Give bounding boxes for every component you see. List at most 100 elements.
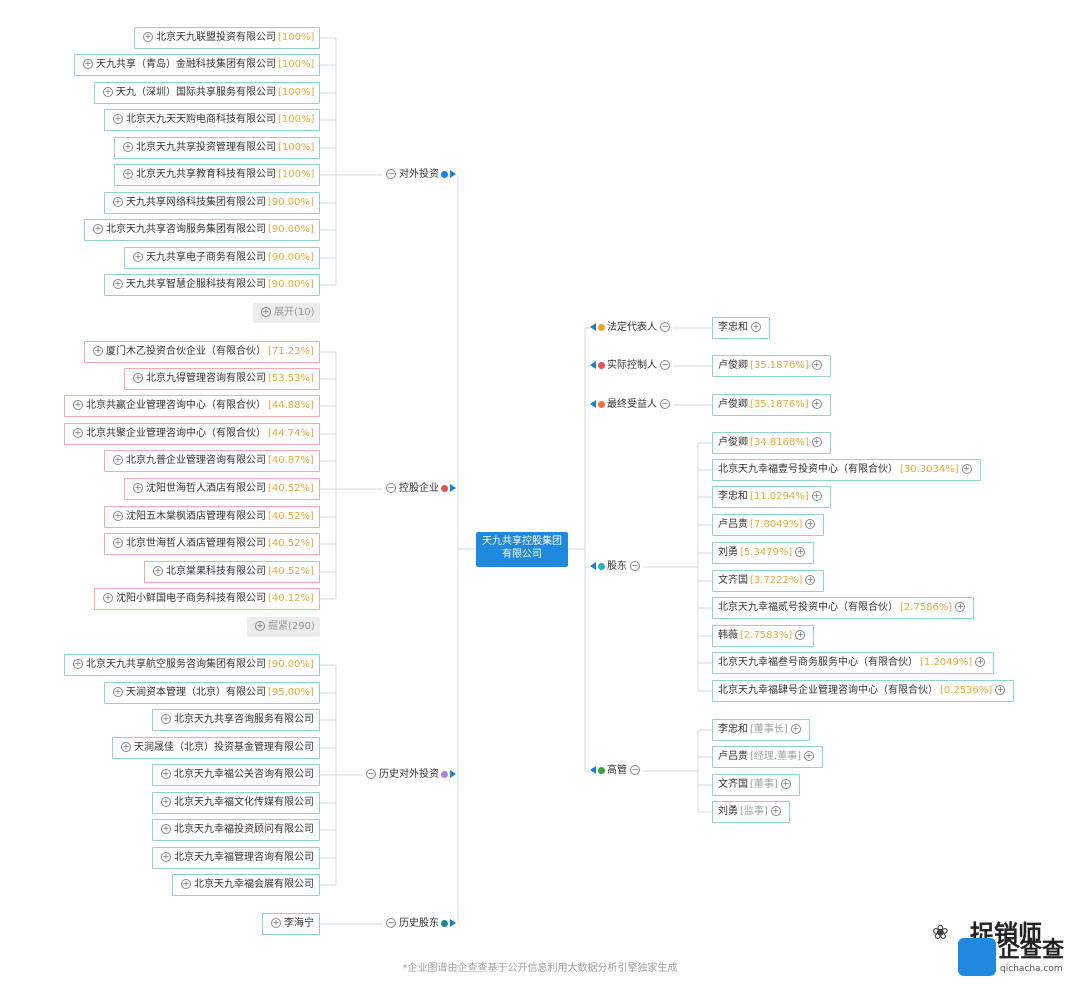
left-node-history_investments[interactable]: + 北京天九幸福公关咨询有限公司 <box>152 764 320 786</box>
expand-icon[interactable]: + <box>161 769 171 779</box>
collapse-icon[interactable]: − <box>386 169 396 179</box>
left-node-history_investments[interactable]: + 北京天九共享航空服务咨询集团有限公司 [90.00%] <box>64 654 320 676</box>
expand-icon[interactable]: + <box>751 322 761 332</box>
expand-icon[interactable]: + <box>161 797 171 807</box>
expand-icon[interactable]: + <box>123 142 133 152</box>
expand-icon[interactable]: + <box>811 360 822 370</box>
expand-icon[interactable]: + <box>133 483 143 493</box>
left-node-holdings[interactable]: + 北京共赢企业管理咨询中心（有限合伙） [44.88%] <box>64 395 320 417</box>
left-node-history_investments[interactable]: + 天润晟佳（北京）投资基金管理有限公司 <box>112 737 320 759</box>
expand-icon[interactable]: + <box>121 742 131 752</box>
expand-icon[interactable]: + <box>805 575 816 585</box>
left-node-holdings[interactable]: + 北京世海哲人酒店管理有限公司 [40.52%] <box>104 533 320 555</box>
expand-icon[interactable]: + <box>123 169 133 179</box>
expand-icon[interactable]: + <box>811 399 822 409</box>
category-shareholders[interactable]: 股东 − <box>590 559 643 575</box>
collapse-icon[interactable]: − <box>386 483 396 493</box>
collapse-icon[interactable]: − <box>660 360 670 370</box>
right-node-shareholders[interactable]: 北京天九幸福叁号商务服务中心（有限合伙） [1.2049%] + <box>712 652 995 674</box>
left-node-investments[interactable]: + 天九共享智慧企服科技有限公司 [90.00%] <box>104 274 320 296</box>
category-beneficiary[interactable]: 最终受益人 − <box>590 397 673 413</box>
left-node-holdings[interactable]: + 沈阳小鲜国电子商务科技有限公司 [40.12%] <box>94 588 320 610</box>
right-node-shareholders[interactable]: 李忠和 [11.0294%] + <box>712 486 831 508</box>
expand-icon[interactable]: + <box>271 918 281 928</box>
category-actual_controller[interactable]: 实际控制人 − <box>590 358 673 374</box>
left-node-history_investments[interactable]: + 北京天九幸福投资顾问有限公司 <box>152 819 320 841</box>
expand-more-button[interactable]: + 展开(10) <box>253 303 320 323</box>
expand-icon[interactable]: + <box>113 197 123 207</box>
right-node-shareholders[interactable]: 卢吕贵 [7.8049%] + <box>712 514 825 536</box>
left-node-investments[interactable]: + 北京天九共享投资管理有限公司 [100%] <box>114 137 321 159</box>
left-node-history_investments[interactable]: + 北京天九幸福管理咨询有限公司 <box>152 847 320 869</box>
left-node-holdings[interactable]: + 厦门木乙投资合伙企业（有限合伙） [71.23%] <box>84 341 320 363</box>
expand-icon[interactable]: + <box>73 659 83 669</box>
left-node-history_shareholders[interactable]: + 李海宁 <box>262 913 320 935</box>
collapse-icon[interactable]: − <box>630 765 640 775</box>
right-node-executives[interactable]: 刘勇 [监事] + <box>712 801 790 823</box>
category-executives[interactable]: 高管 − <box>590 763 643 779</box>
right-node-shareholders[interactable]: 文齐国 [3.7222%] + <box>712 570 825 592</box>
right-node-actual_controller[interactable]: 卢俊卿 [35.1876%] + <box>712 355 831 377</box>
left-node-investments[interactable]: + 北京天九共享咨询服务集团有限公司 [90.00%] <box>84 219 320 241</box>
expand-icon[interactable]: + <box>113 538 123 548</box>
left-node-holdings[interactable]: + 沈阳世海哲人酒店有限公司 [40.52%] <box>124 478 320 500</box>
left-node-investments[interactable]: + 北京天九天天购电商科技有限公司 [100%] <box>104 109 321 131</box>
expand-more-button[interactable]: + 掘紧(290) <box>247 617 320 637</box>
right-node-executives[interactable]: 卢吕贵 [经理,董事] + <box>712 746 823 768</box>
left-node-investments[interactable]: + 天九共享（青岛）金融科技集团有限公司 [100%] <box>74 54 321 76</box>
left-node-holdings[interactable]: + 北京九普企业管理咨询有限公司 [40.87%] <box>104 450 320 472</box>
right-node-beneficiary[interactable]: 卢俊卿 [35.1876%] + <box>712 394 831 416</box>
expand-icon[interactable]: + <box>161 714 171 724</box>
right-node-shareholders[interactable]: 卢俊卿 [34.8168%] + <box>712 432 831 454</box>
expand-icon[interactable]: + <box>153 566 163 576</box>
expand-icon[interactable]: + <box>103 87 113 97</box>
collapse-icon[interactable]: − <box>366 769 376 779</box>
expand-icon[interactable]: + <box>113 511 123 521</box>
expand-icon[interactable]: + <box>73 428 83 438</box>
expand-icon[interactable]: + <box>181 879 191 889</box>
category-history_shareholders[interactable]: − 历史股东 <box>383 916 456 932</box>
category-legal_rep[interactable]: 法定代表人 − <box>590 320 673 336</box>
expand-icon[interactable]: + <box>811 491 822 501</box>
left-node-investments[interactable]: + 天九（深圳）国际共享服务有限公司 [100%] <box>94 82 321 104</box>
expand-icon[interactable]: + <box>811 437 822 447</box>
expand-icon[interactable]: + <box>113 687 123 697</box>
right-node-shareholders[interactable]: 刘勇 [5.3479%] + <box>712 542 815 564</box>
expand-icon[interactable]: + <box>795 630 806 640</box>
expand-icon[interactable]: + <box>780 779 791 789</box>
expand-icon[interactable]: + <box>93 224 103 234</box>
left-node-holdings[interactable]: + 沈阳五木棠枫酒店管理有限公司 [40.52%] <box>104 506 320 528</box>
right-node-shareholders[interactable]: 北京天九幸福壹号投资中心（有限合伙） [30.3034%] + <box>712 459 981 481</box>
left-node-history_investments[interactable]: + 北京天九幸福文化传媒有限公司 <box>152 792 320 814</box>
collapse-icon[interactable]: − <box>386 918 396 928</box>
right-node-legal_rep[interactable]: 李忠和 + <box>712 317 770 339</box>
expand-icon[interactable]: + <box>255 621 265 631</box>
expand-icon[interactable]: + <box>161 824 171 834</box>
category-holdings[interactable]: − 控股企业 <box>383 481 456 497</box>
right-node-shareholders[interactable]: 北京天九幸福贰号投资中心（有限合伙） [2.7586%] + <box>712 597 975 619</box>
expand-icon[interactable]: + <box>790 724 801 734</box>
expand-icon[interactable]: + <box>770 806 781 816</box>
expand-icon[interactable]: + <box>83 59 93 69</box>
left-node-history_investments[interactable]: + 北京天九幸福会展有限公司 <box>172 874 320 896</box>
expand-icon[interactable]: + <box>803 751 814 761</box>
expand-icon[interactable]: + <box>961 464 972 474</box>
expand-icon[interactable]: + <box>93 346 103 356</box>
collapse-icon[interactable]: − <box>630 561 640 571</box>
right-node-executives[interactable]: 文齐国 [董事] + <box>712 774 800 796</box>
expand-icon[interactable]: + <box>113 455 123 465</box>
left-node-history_investments[interactable]: + 北京天九共享咨询服务有限公司 <box>152 709 320 731</box>
collapse-icon[interactable]: − <box>660 322 670 332</box>
left-node-investments[interactable]: + 北京天九联盟投资有限公司 [100%] <box>134 27 321 49</box>
left-node-history_investments[interactable]: + 天润资本管理（北京）有限公司 [95.00%] <box>104 682 320 704</box>
collapse-icon[interactable]: − <box>660 399 670 409</box>
right-node-shareholders[interactable]: 北京天九幸福肆号企业管理咨询中心（有限合伙） [0.2536%] + <box>712 680 1015 702</box>
left-node-investments[interactable]: + 天九共享电子商务有限公司 [90.00%] <box>124 247 320 269</box>
left-node-investments[interactable]: + 北京天九共享教育科技有限公司 [100%] <box>114 164 321 186</box>
category-investments[interactable]: − 对外投资 <box>383 167 456 183</box>
expand-icon[interactable]: + <box>113 279 123 289</box>
expand-icon[interactable]: + <box>955 602 966 612</box>
expand-icon[interactable]: + <box>805 519 816 529</box>
expand-icon[interactable]: + <box>161 852 171 862</box>
expand-icon[interactable]: + <box>795 547 806 557</box>
